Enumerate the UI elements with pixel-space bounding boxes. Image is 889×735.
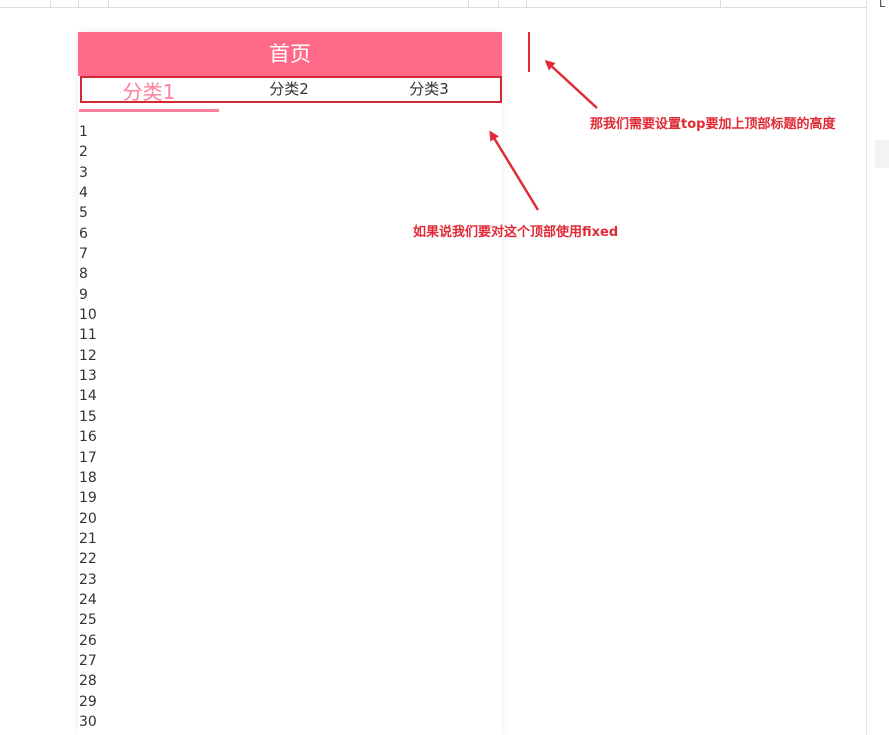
list-item: 9 xyxy=(79,286,88,303)
ruler-tick xyxy=(720,0,721,7)
list-item: 3 xyxy=(79,164,88,181)
list-item: 13 xyxy=(79,368,97,385)
list-item: 24 xyxy=(79,591,97,608)
list-item: 1 xyxy=(79,124,88,140)
tab-label: 分类3 xyxy=(409,80,449,98)
top-ruler xyxy=(0,0,866,8)
ruler-tick xyxy=(498,0,499,7)
list-item: 23 xyxy=(79,571,97,588)
list-item: 12 xyxy=(79,347,97,364)
ruler-tick xyxy=(50,0,51,7)
list-item: 14 xyxy=(79,388,97,405)
fixed-annotation: 如果说我们要对这个顶部使用fixed xyxy=(413,225,619,240)
list-item: 22 xyxy=(79,551,97,568)
list-item: 27 xyxy=(79,652,97,669)
ruler-tick xyxy=(468,0,469,7)
tab-category-2[interactable]: 分类2 xyxy=(219,76,359,104)
tab-category-1[interactable]: 分类1 xyxy=(79,76,219,112)
tab-label: 分类1 xyxy=(122,80,176,104)
page-title-bar: 首页 xyxy=(78,32,502,76)
list-item: 28 xyxy=(79,673,97,690)
page-title: 首页 xyxy=(269,42,311,66)
list-item: 25 xyxy=(79,612,97,629)
category-tab-bar: 分类1 分类2 分类3 xyxy=(79,76,502,112)
list-item: 17 xyxy=(79,449,97,466)
list-item: 18 xyxy=(79,469,97,486)
list-item: 7 xyxy=(79,246,88,263)
list-item: 21 xyxy=(79,530,97,547)
arrow-to-header xyxy=(544,59,598,109)
list-item: 11 xyxy=(79,327,97,344)
tab-category-3[interactable]: 分类3 xyxy=(359,76,499,104)
tab-label: 分类2 xyxy=(269,80,309,98)
ruler-tick xyxy=(526,0,527,7)
screenshot-stage: L 首页 分类1 分类2 分类3 1 2 3 4 5 6 7 8 9 10 11 12 13 14 15 16… xyxy=(0,0,889,735)
list-item: 16 xyxy=(79,429,97,446)
list-item: 26 xyxy=(79,632,97,649)
right-panel-edge: L xyxy=(866,0,889,735)
list-item: 19 xyxy=(79,490,97,507)
list-item: 4 xyxy=(79,185,88,202)
list-item: 30 xyxy=(79,713,97,730)
list-item: 8 xyxy=(79,266,88,283)
ruler-tick xyxy=(108,0,109,7)
active-tab-underline xyxy=(79,109,219,112)
list-item: 20 xyxy=(79,510,97,527)
mobile-preview: 首页 分类1 分类2 分类3 1 2 3 4 5 6 7 8 9 10 11 12 13 14 15 16 17… xyxy=(78,32,502,735)
list-item: 10 xyxy=(79,307,97,324)
list-item: 29 xyxy=(79,693,97,710)
top-annotation: 那我们需要设置top要加上顶部标题的高度 xyxy=(590,117,836,132)
list-item: 2 xyxy=(79,144,88,161)
panel-edge-strip xyxy=(875,140,889,168)
list-item: 15 xyxy=(79,408,97,425)
content-list: 1 2 3 4 5 6 7 8 9 10 11 12 13 14 15 16 17 18 19 20 21 22 23 24 2… xyxy=(78,122,502,732)
ruler-tick xyxy=(78,0,79,7)
panel-edge-icon: L xyxy=(879,0,886,10)
